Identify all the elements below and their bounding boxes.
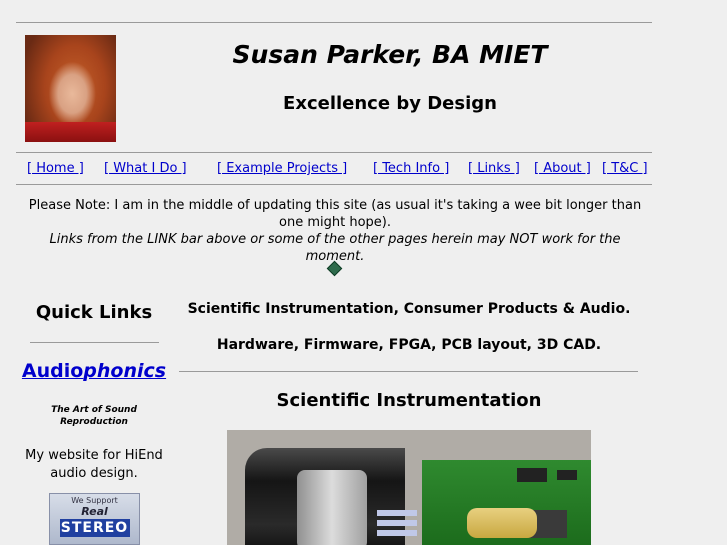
nav-link-links[interactable]: [ Links ] [468,161,520,176]
quick-links-title: Quick Links [35,302,153,323]
stereo-badge[interactable]: We Support Real STEREO [49,493,140,545]
audiophonics-prefix: Audio [21,360,84,382]
sidebar-rule [30,342,159,343]
nav-bottom-rule [16,184,652,185]
page-title: Susan Parker, BA MIET [232,40,548,69]
nav-link-example-projects[interactable]: [ Example Projects ] [217,161,347,176]
nav-link-tc[interactable]: [ T&C ] [602,161,648,176]
badge-line-1: We Support [71,496,118,505]
site-notice: Please Note: I am in the middle of updat… [20,197,650,265]
audiophonics-suffix: phonics [83,360,167,382]
section-title: Scientific Instrumentation [276,390,542,411]
main-rule [179,371,638,372]
instrument-photo [227,430,591,545]
audiophonics-tagline: The Art of Sound Reproduction [51,405,137,427]
page-subtitle: Excellence by Design [283,93,497,114]
notice-line-1: Please Note: I am in the middle of updat… [28,198,642,230]
profile-photo [25,35,116,142]
badge-line-3: STEREO [59,519,130,537]
top-rule [16,22,652,23]
audiophonics-link[interactable]: Audiophonics [20,360,168,382]
notice-line-2: Links from the LINK bar above or some of… [49,232,621,264]
skills-heading: Hardware, Firmware, FPGA, PCB layout, 3D… [216,337,602,353]
services-heading: Scientific Instrumentation, Consumer Pro… [187,301,631,317]
nav-link-home[interactable]: [ Home ] [27,161,84,176]
badge-line-2: Real [81,505,108,518]
audiophonics-description: My website for HiEnd audio design. [25,448,163,481]
nav-link-tech-info[interactable]: [ Tech Info ] [373,161,449,176]
nav-link-what-i-do[interactable]: [ What I Do ] [104,161,187,176]
nav-top-rule [16,152,652,153]
nav-link-about[interactable]: [ About ] [534,161,591,176]
